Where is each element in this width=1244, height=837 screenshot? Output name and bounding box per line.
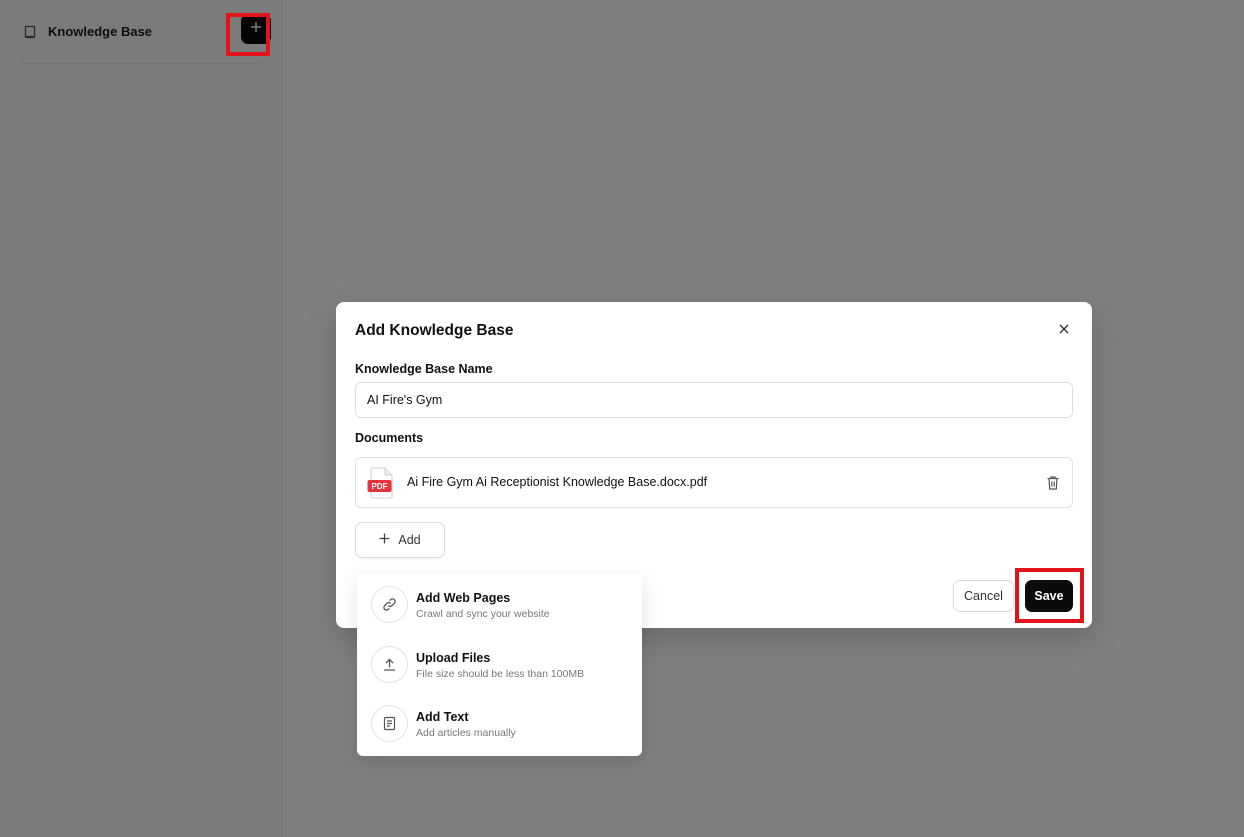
documents-label: Documents — [355, 431, 424, 445]
menu-item-title: Add Web Pages — [416, 591, 511, 605]
menu-item-add-web-pages[interactable]: Add Web Pages Crawl and sync your websit… — [357, 576, 642, 632]
link-icon — [371, 586, 408, 623]
close-dialog-button[interactable] — [1056, 322, 1072, 338]
dialog-title: Add Knowledge Base — [355, 322, 514, 339]
document-name: Ai Fire Gym Ai Receptionist Knowledge Ba… — [407, 475, 708, 489]
upload-icon — [371, 646, 408, 683]
menu-item-title: Upload Files — [416, 651, 491, 665]
menu-item-subtitle: Add articles manually — [416, 727, 516, 739]
pdf-badge-text: PDF — [372, 482, 388, 491]
menu-item-subtitle: Crawl and sync your website — [416, 608, 550, 620]
cancel-button[interactable]: Cancel — [953, 580, 1014, 612]
pdf-file-icon: PDF — [367, 467, 395, 499]
menu-item-upload-files[interactable]: Upload Files File size should be less th… — [357, 636, 642, 692]
trash-icon — [1046, 475, 1060, 491]
menu-item-add-text[interactable]: Add Text Add articles manually — [357, 695, 642, 751]
save-button[interactable]: Save — [1025, 580, 1073, 612]
plus-icon — [379, 533, 390, 547]
menu-item-subtitle: File size should be less than 100MB — [416, 668, 585, 680]
knowledge-base-name-label: Knowledge Base Name — [355, 362, 493, 376]
knowledge-base-name-input[interactable] — [355, 382, 1073, 418]
menu-item-title: Add Text — [416, 710, 469, 724]
add-source-dropdown-menu: Add Web Pages Crawl and sync your websit… — [357, 574, 642, 756]
document-text-icon — [371, 705, 408, 742]
add-button-label: Add — [398, 533, 421, 547]
close-icon — [1059, 321, 1069, 339]
delete-document-button[interactable] — [1046, 475, 1060, 491]
document-item: PDF Ai Fire Gym Ai Receptionist Knowledg… — [355, 457, 1073, 508]
add-document-button[interactable]: Add — [355, 522, 445, 558]
